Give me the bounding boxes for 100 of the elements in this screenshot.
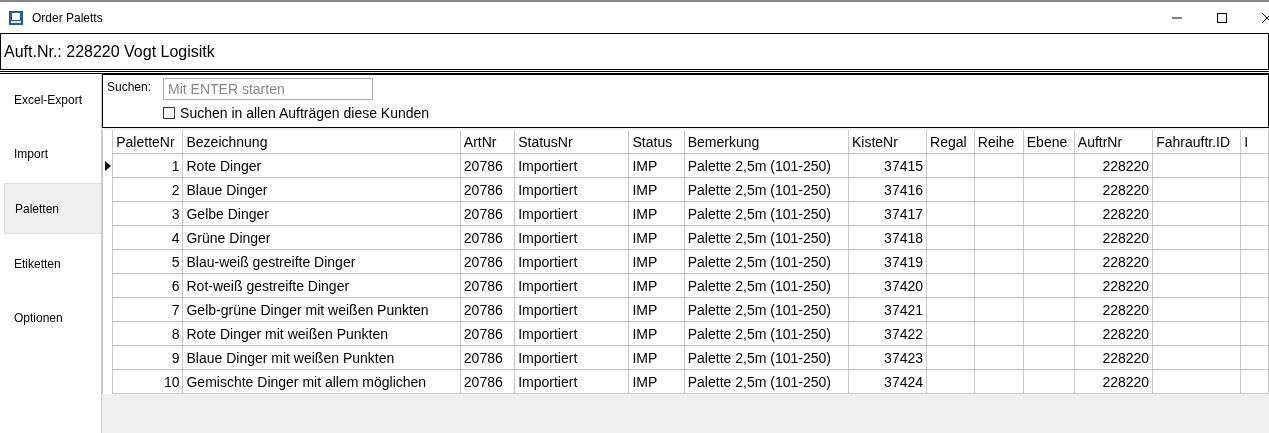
column-header[interactable]: Ebene xyxy=(1023,130,1075,154)
search-field[interactable]: Mit ENTER starten xyxy=(163,78,374,100)
table-cell: 37424 xyxy=(884,373,924,390)
table-cell: 228220 xyxy=(1102,277,1150,294)
table-cell: 20786 xyxy=(463,325,503,342)
close-icon[interactable] xyxy=(1261,11,1269,24)
table-cell: Blau-weiß gestreifte Dinger xyxy=(186,253,356,270)
table-cell: 228220 xyxy=(1102,373,1150,390)
table-cell: Palette 2,5m (101-250) xyxy=(687,325,831,342)
table-cell: 20786 xyxy=(463,181,503,198)
table-cell: Palette 2,5m (101-250) xyxy=(687,229,831,246)
sidebar-tab[interactable]: Paletten xyxy=(4,183,101,234)
table-cell: 5 xyxy=(171,253,180,270)
table-cell: 20786 xyxy=(463,157,503,174)
table-cell: 20786 xyxy=(463,253,503,270)
table-cell: Importiert xyxy=(518,205,578,222)
column-header[interactable]: AuftrNr xyxy=(1074,130,1153,154)
table-cell: Importiert xyxy=(518,373,578,390)
table-cell: 228220 xyxy=(1102,253,1150,270)
table-cell: IMP xyxy=(632,253,658,270)
table-cell: 37421 xyxy=(884,301,924,318)
table-cell: 8 xyxy=(171,325,180,342)
table-cell: 20786 xyxy=(463,373,503,390)
table-cell: 37422 xyxy=(884,325,924,342)
table-cell: IMP xyxy=(632,301,658,318)
table-cell: 228220 xyxy=(1102,205,1150,222)
column-header[interactable]: Fahrauftr.ID xyxy=(1152,130,1241,154)
table-cell: 20786 xyxy=(463,277,503,294)
table-cell: 20786 xyxy=(463,205,503,222)
table-cell: Importiert xyxy=(518,157,578,174)
column-header[interactable]: Bemerkung xyxy=(684,130,849,154)
table-cell: Palette 2,5m (101-250) xyxy=(687,349,831,366)
table-cell: Blaue Dinger xyxy=(186,181,268,198)
table-cell: 37420 xyxy=(884,277,924,294)
table-cell: Grüne Dinger xyxy=(186,229,271,246)
table-cell: IMP xyxy=(632,349,658,366)
sidebar-tab[interactable]: Etiketten xyxy=(4,239,101,288)
table-cell: Importiert xyxy=(518,301,578,318)
table-cell: Rot-weiß gestreifte Dinger xyxy=(186,277,350,294)
table-cell: Importiert xyxy=(518,253,578,270)
column-header[interactable]: Bezeichnung xyxy=(183,130,461,154)
maximize-icon[interactable] xyxy=(1216,11,1228,24)
table-cell: IMP xyxy=(632,325,658,342)
search-label: Suchen: xyxy=(107,79,152,96)
column-header[interactable]: ArtNr xyxy=(460,130,515,154)
table-cell: IMP xyxy=(632,373,658,390)
column-header[interactable]: StatusNr xyxy=(514,130,629,154)
table-cell: 37423 xyxy=(884,349,924,366)
table-cell: 20786 xyxy=(463,301,503,318)
table-cell: Palette 2,5m (101-250) xyxy=(687,253,831,270)
table-cell: Importiert xyxy=(518,277,578,294)
table-cell: Palette 2,5m (101-250) xyxy=(687,205,831,222)
column-header[interactable]: KisteNr xyxy=(848,130,927,154)
table-cell: 37417 xyxy=(884,205,924,222)
table-cell: Blaue Dinger mit weißen Punkten xyxy=(186,349,395,366)
sidebar-tab[interactable]: Import xyxy=(4,129,101,178)
checkbox[interactable] xyxy=(163,107,176,119)
table-cell: Rote Dinger mit weißen Punkten xyxy=(186,325,389,342)
table-cell: 3 xyxy=(171,205,180,222)
table-cell: IMP xyxy=(632,157,658,174)
table-cell: 6 xyxy=(171,277,180,294)
table-cell: 9 xyxy=(171,349,180,366)
table-cell: Palette 2,5m (101-250) xyxy=(687,157,831,174)
table-cell: Rote Dinger xyxy=(186,157,262,174)
table-cell: Gelbe Dinger xyxy=(186,205,269,222)
table-cell: 228220 xyxy=(1102,157,1150,174)
window-title: Order Paletts xyxy=(32,10,104,25)
table-cell: Importiert xyxy=(518,349,578,366)
table-cell: Importiert xyxy=(518,229,578,246)
table-cell: Gemischte Dinger mit allem möglichen xyxy=(186,373,427,390)
column-header[interactable]: Status xyxy=(629,130,685,154)
column-header[interactable]: Reihe xyxy=(974,130,1024,154)
table-cell: Gelb-grüne Dinger mit weißen Punkten xyxy=(186,301,429,318)
table-cell: 228220 xyxy=(1102,349,1150,366)
table-cell: Palette 2,5m (101-250) xyxy=(687,181,831,198)
table-cell: 37418 xyxy=(884,229,924,246)
column-header[interactable]: I xyxy=(1240,130,1269,154)
table-cell: IMP xyxy=(632,277,658,294)
table-cell: Palette 2,5m (101-250) xyxy=(687,373,831,390)
current-row-icon xyxy=(104,160,111,171)
column-header[interactable]: PaletteNr xyxy=(112,130,183,154)
table-cell: 10 xyxy=(163,373,180,390)
sidebar-tab[interactable]: Optionen xyxy=(4,293,101,342)
table-cell: 20786 xyxy=(463,349,503,366)
table-cell: Palette 2,5m (101-250) xyxy=(687,301,831,318)
table-cell: 20786 xyxy=(463,229,503,246)
table-cell: 1 xyxy=(171,157,180,174)
table-cell: Importiert xyxy=(518,325,578,342)
table-cell: 37416 xyxy=(884,181,924,198)
table-cell: 7 xyxy=(171,301,180,318)
table-cell: 2 xyxy=(171,181,180,198)
table-cell: 228220 xyxy=(1102,301,1150,318)
table-cell: IMP xyxy=(632,205,658,222)
table-cell: 228220 xyxy=(1102,181,1150,198)
table-cell: 37419 xyxy=(884,253,924,270)
table-cell: IMP xyxy=(632,181,658,198)
sidebar-tab[interactable]: Excel-Export xyxy=(4,75,101,124)
table-cell: IMP xyxy=(632,229,658,246)
table-cell: 228220 xyxy=(1102,229,1150,246)
column-header[interactable]: Regal xyxy=(926,130,975,154)
